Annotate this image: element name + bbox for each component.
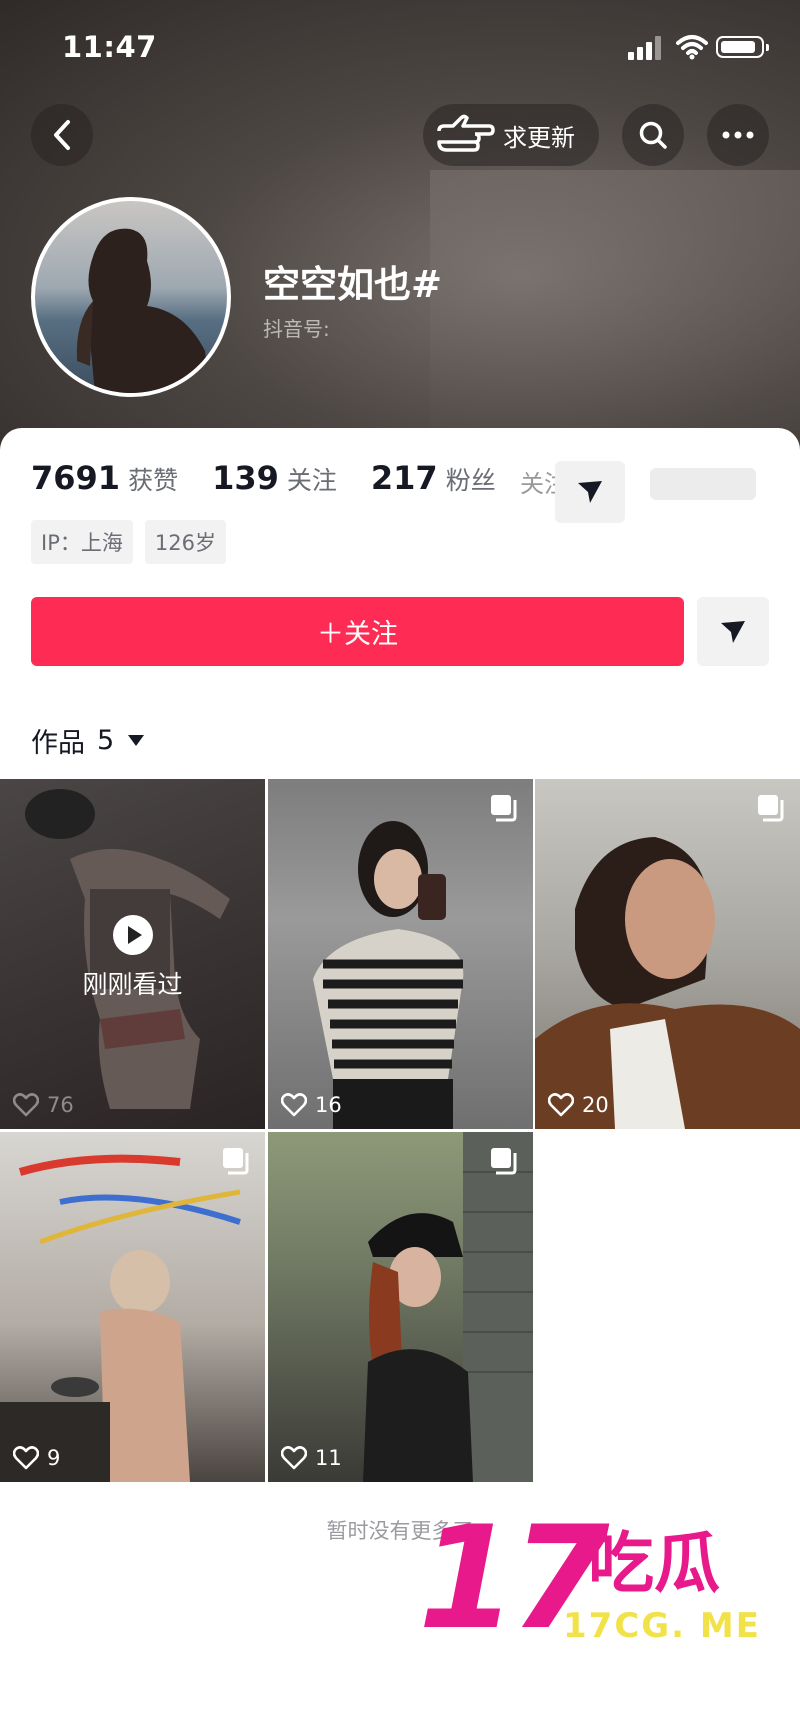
recently-watched-label: 刚刚看过 [82,970,183,999]
video-tile[interactable]: 刚刚看过 76 [0,779,265,1129]
video-thumbnail [0,1154,241,1482]
works-count: 5 [97,725,115,756]
video-likes-count: 9 [47,1446,61,1470]
ip-location-tag: IP：上海 [31,520,133,564]
search-button[interactable] [622,104,684,166]
video-thumbnail [363,1132,533,1482]
video-likes-count: 20 [582,1093,609,1117]
heart-icon [13,1446,39,1470]
request-update-button[interactable]: 求更新 [423,104,599,166]
watermark: 17 吃瓜 17CG. ME [418,1496,778,1661]
video-likes: 11 [281,1446,342,1470]
back-button[interactable] [31,104,93,166]
avatar-photo [76,228,210,393]
watermark-chars: 吃瓜 [588,1525,720,1602]
video-likes-count: 11 [315,1446,342,1470]
video-likes: 20 [548,1093,609,1117]
heart-icon [281,1446,307,1470]
caret-down-icon [128,735,145,746]
video-likes: 9 [13,1446,60,1470]
video-likes: 16 [281,1093,342,1117]
video-tile[interactable]: 16 [268,779,533,1129]
heart-icon [13,1093,39,1117]
back-icon [54,120,70,150]
works-title: 作品 [31,728,85,759]
video-likes-count: 16 [315,1093,342,1117]
following-count[interactable]: 139 [212,459,279,497]
video-tile[interactable]: 11 [268,1132,533,1482]
send-message-button[interactable] [697,597,769,666]
multi-image-icon [758,795,784,822]
multi-image-icon [223,1148,249,1175]
video-tile[interactable]: 20 [535,779,800,1129]
works-tab[interactable]: 作品 5 [31,721,145,760]
ghost-send-button [555,461,625,523]
multi-image-icon [491,795,517,822]
recently-watched-indicator: 刚刚看过 [0,915,265,1001]
play-icon [112,915,153,955]
cellular-signal-icon [628,36,661,60]
status-bar: 11:47 [0,0,800,90]
follow-button-label: ＋关注 [317,619,398,650]
video-likes: 76 [13,1093,74,1117]
douyin-id-label: 抖音号: [263,317,330,341]
profile-stats: 7691 获赞 139 关注 217 粉丝 [31,459,530,497]
more-options-button[interactable] [707,104,769,166]
request-update-label: 求更新 [503,123,575,152]
followers-count[interactable]: 217 [371,459,438,497]
following-label: 关注 [286,466,337,495]
blurred-overlay [650,468,756,500]
profile-nickname: 空空如也# [263,263,443,306]
pointing-hand-icon [437,114,495,152]
video-likes-count: 76 [47,1093,74,1117]
avatar[interactable] [31,197,231,397]
follow-button[interactable]: ＋关注 [31,597,684,666]
video-tile[interactable]: 9 [0,1132,265,1482]
video-thumbnail [313,821,464,1129]
profile-tags: IP：上海 126岁 [31,520,226,564]
wifi-icon [676,35,708,60]
status-time: 11:47 [62,30,157,64]
followers-label: 粉丝 [445,466,496,495]
send-icon [578,481,602,503]
video-thumbnail [535,837,800,1129]
send-icon [721,620,745,643]
likes-label: 获赞 [128,466,179,495]
search-icon [639,121,667,149]
multi-image-icon [491,1148,517,1175]
heart-icon [548,1093,574,1117]
likes-count[interactable]: 7691 [31,459,120,497]
age-tag: 126岁 [144,520,226,564]
heart-icon [281,1093,307,1117]
more-icon [722,131,754,139]
battery-icon [716,36,769,58]
watermark-url: 17CG. ME [563,1606,761,1646]
